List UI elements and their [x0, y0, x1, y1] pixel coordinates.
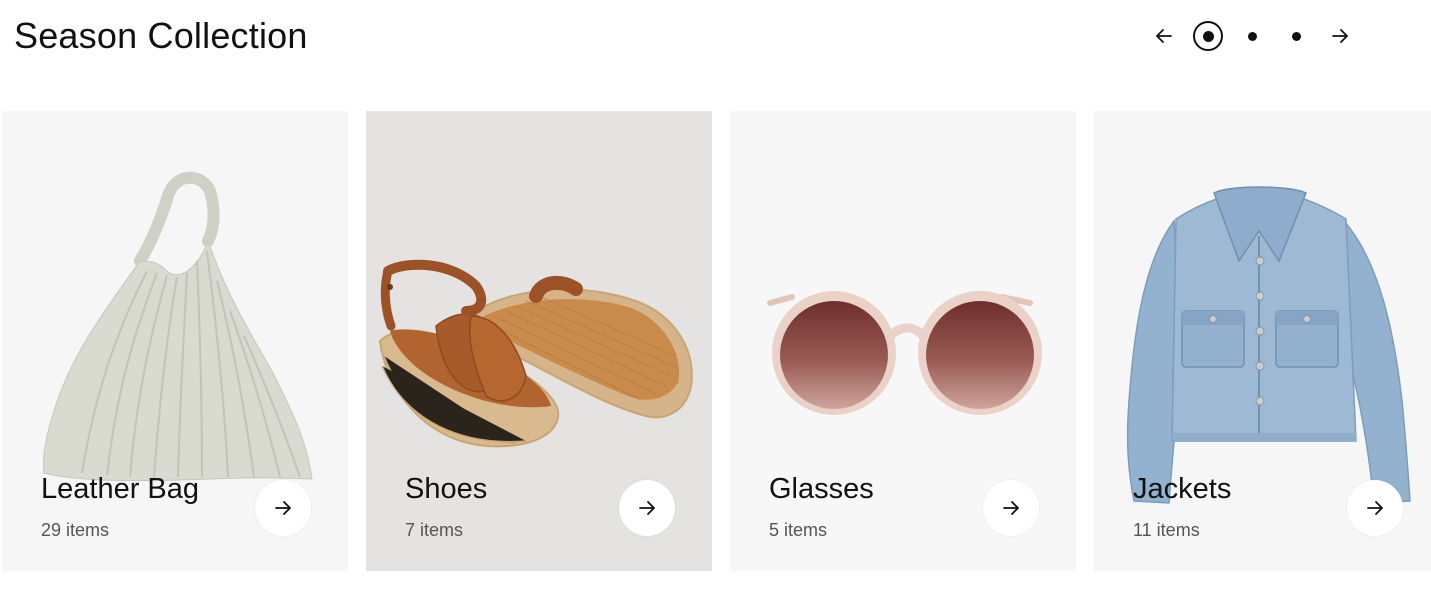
arrow-right-icon: [1003, 501, 1019, 515]
card-title: Leather Bag: [41, 473, 200, 505]
card-go-button[interactable]: [255, 480, 311, 536]
card-title: Glasses: [769, 473, 874, 505]
card-item-count: 29 items: [41, 520, 110, 540]
collection-cards: Leather Bag 29 items Shoes 7 items Glass…: [0, 111, 1431, 571]
card-title: Shoes: [405, 473, 488, 505]
arrow-right-icon: [275, 501, 291, 515]
next-button[interactable]: [1326, 18, 1354, 54]
page-title: Season Collection: [14, 15, 308, 56]
card-item-count: 5 items: [769, 520, 828, 540]
arrow-right-icon: [1367, 501, 1383, 515]
card-go-button[interactable]: [983, 480, 1039, 536]
collection-card-shoes[interactable]: Shoes 7 items: [366, 111, 712, 571]
card-item-count: 11 items: [1133, 520, 1200, 540]
dot-icon: [1291, 31, 1301, 41]
card-go-button[interactable]: [1347, 480, 1403, 536]
prev-button[interactable]: [1150, 18, 1178, 54]
collection-card-jackets[interactable]: Jackets 11 items: [1094, 111, 1431, 571]
pagination-dot-3[interactable]: [1281, 21, 1311, 51]
card-item-count: 7 items: [405, 520, 464, 540]
arrow-right-icon: [639, 501, 655, 515]
collection-card-leather-bag[interactable]: Leather Bag 29 items: [2, 111, 348, 571]
pagination-dots: [1186, 21, 1318, 51]
arrow-right-icon: [1332, 29, 1348, 43]
card-title: Jackets: [1133, 473, 1232, 505]
dot-icon: [1247, 31, 1257, 41]
card-go-button[interactable]: [619, 480, 675, 536]
arrow-left-icon: [1156, 29, 1172, 43]
dot-icon: [1202, 30, 1214, 42]
pagination-dot-2[interactable]: [1237, 21, 1267, 51]
collection-card-glasses[interactable]: Glasses 5 items: [730, 111, 1076, 571]
carousel-pager: [1150, 18, 1354, 54]
pagination-dot-1[interactable]: [1193, 21, 1223, 51]
